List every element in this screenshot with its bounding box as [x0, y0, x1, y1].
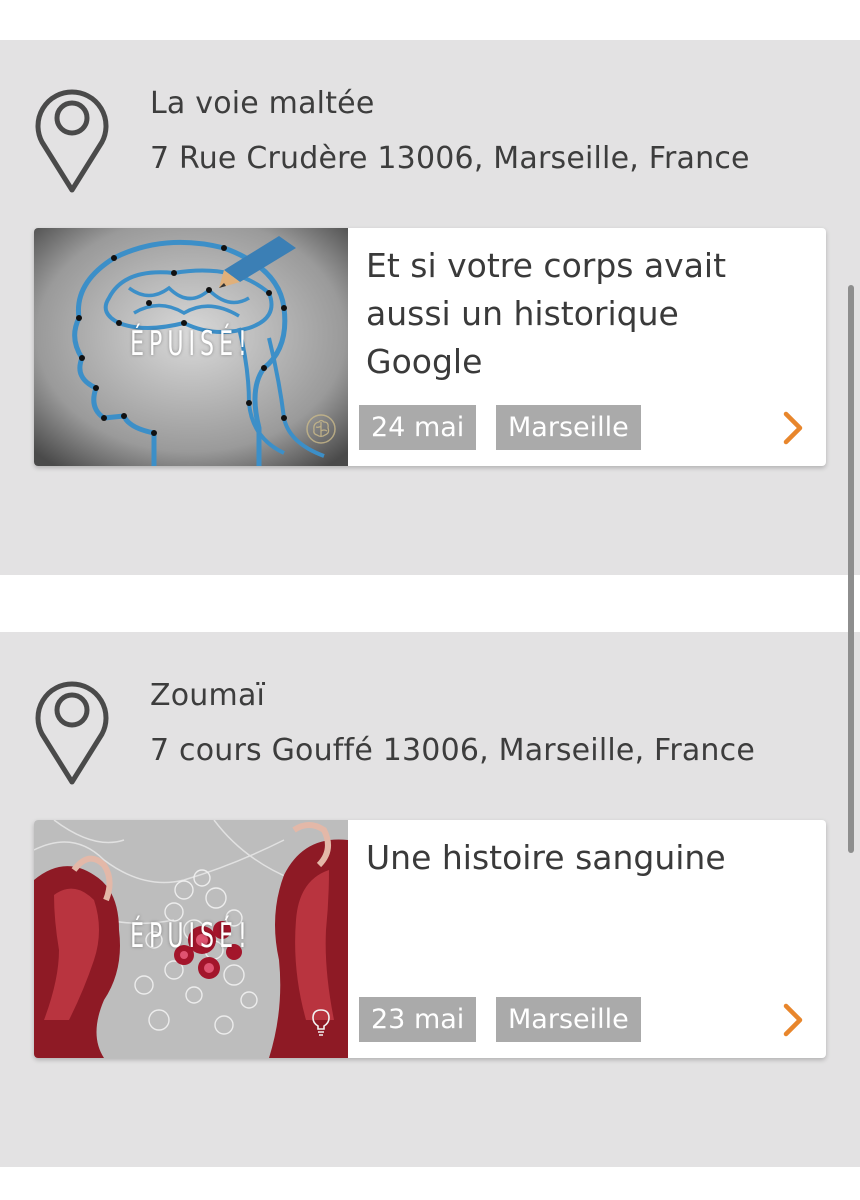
- venue-name: La voie maltée: [150, 86, 375, 121]
- event-card[interactable]: ÉPUISÉ! Une histoire sanguine 23 mai Mar…: [34, 820, 826, 1058]
- event-thumbnail: ÉPUISÉ!: [34, 228, 348, 466]
- lightbulb-icon: [312, 1009, 330, 1036]
- event-title[interactable]: Et si votre corps avait aussi un histori…: [366, 242, 766, 386]
- event-card[interactable]: ÉPUISÉ! Et si votre corps avait aussi un…: [34, 228, 826, 466]
- sold-out-label: ÉPUISÉ!: [130, 324, 252, 364]
- chevron-right-icon[interactable]: [778, 1002, 808, 1038]
- venue-section: La voie maltée 7 Rue Crudère 13006, Mars…: [0, 40, 860, 575]
- brain-icon: [306, 414, 336, 444]
- vertical-scrollbar[interactable]: [848, 285, 854, 853]
- venue-name: Zoumaï: [150, 678, 266, 713]
- event-thumbnail: ÉPUISÉ!: [34, 820, 348, 1058]
- event-title[interactable]: Une histoire sanguine: [366, 834, 766, 882]
- venue-header: La voie maltée 7 Rue Crudère 13006, Mars…: [0, 40, 860, 193]
- event-list-page: La voie maltée 7 Rue Crudère 13006, Mars…: [0, 0, 860, 1200]
- venue-address: 7 cours Gouffé 13006, Marseille, France: [150, 733, 756, 768]
- venue-section: Zoumaï 7 cours Gouffé 13006, Marseille, …: [0, 632, 860, 1167]
- venue-header: Zoumaï 7 cours Gouffé 13006, Marseille, …: [0, 632, 860, 785]
- venue-address: 7 Rue Crudère 13006, Marseille, France: [150, 141, 750, 176]
- chevron-right-icon[interactable]: [778, 410, 808, 446]
- event-date-tag: 23 mai: [359, 997, 477, 1042]
- location-pin-icon: [35, 89, 109, 193]
- event-date-tag: 24 mai: [359, 405, 477, 450]
- sold-out-label: ÉPUISÉ!: [130, 916, 252, 956]
- location-pin-icon: [35, 681, 109, 785]
- event-city-tag: Marseille: [496, 405, 641, 450]
- event-city-tag: Marseille: [496, 997, 641, 1042]
